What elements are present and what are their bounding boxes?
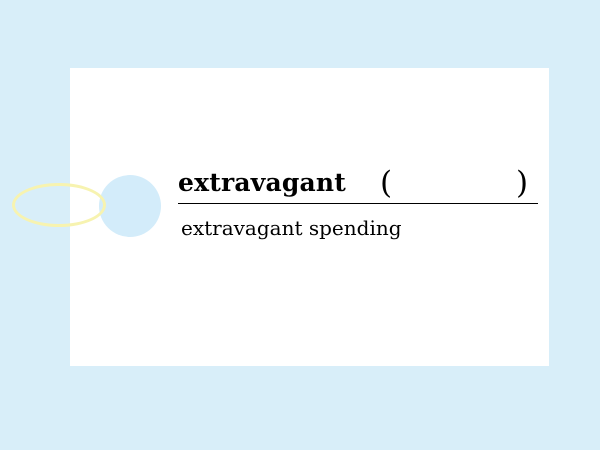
flashcard-scene: extravagant ( ) extravagant spending — [0, 0, 600, 450]
answer-open-paren: ( — [380, 165, 393, 201]
example-phrase: extravagant spending — [181, 216, 402, 240]
tag-string — [12, 183, 106, 227]
headword-line: extravagant ( ) — [178, 165, 538, 204]
headword: extravagant — [178, 168, 347, 197]
answer-close-paren: ) — [516, 165, 529, 201]
punch-hole — [99, 175, 161, 237]
